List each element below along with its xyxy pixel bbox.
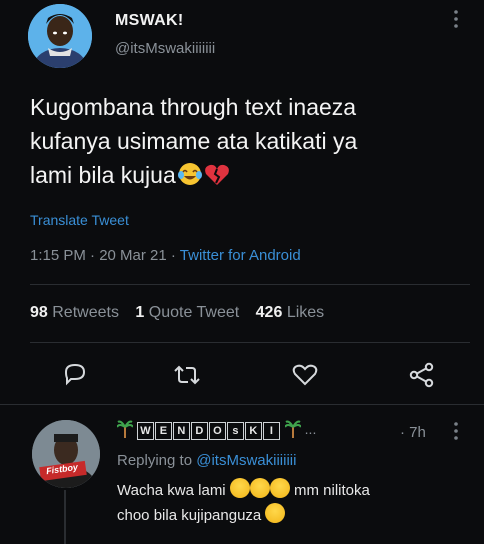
ellipsis: ...	[304, 421, 317, 438]
reply-text-line-2-words: choo bila kujipanguza	[117, 507, 262, 524]
broken-heart-emoji-icon	[204, 162, 230, 196]
tweet-meta: 1:15 PM · 20 Mar 21 · Twitter for Androi…	[30, 247, 301, 264]
heart-icon[interactable]	[292, 364, 318, 391]
reply-time: · 7h	[400, 424, 426, 441]
palm-tree-icon	[283, 420, 302, 441]
palm-tree-icon	[116, 420, 134, 441]
tweet-text-line-3: lami bila kujua	[30, 158, 470, 196]
tweet-source[interactable]: Twitter for Android	[180, 247, 301, 264]
reply-author-letter: K	[244, 421, 262, 440]
tweet-text: Kugombana through text inaeza kufanya us…	[30, 90, 470, 196]
likes-stat[interactable]: 426 Likes	[256, 304, 325, 321]
thread-line	[64, 490, 66, 544]
reply-author-letter: E	[154, 421, 172, 440]
retweets-label: Retweets	[52, 304, 119, 321]
retweets-count: 98	[30, 304, 48, 321]
author-name[interactable]: MSWAK!	[115, 12, 183, 30]
reply-author-letter: W	[136, 421, 154, 440]
reply-text-part-2: mm nilitoka	[293, 482, 370, 499]
retweet-icon[interactable]	[173, 364, 201, 391]
quotes-stat[interactable]: 1 Quote Tweet	[135, 304, 239, 321]
tweet-text-line-1: Kugombana through text inaeza	[30, 94, 357, 120]
likes-label: Likes	[286, 304, 325, 321]
reply-icon[interactable]	[62, 362, 88, 391]
weary-emoji-icon	[265, 503, 286, 523]
more-vertical-icon[interactable]	[450, 420, 462, 442]
quotes-label: Quote Tweet	[148, 304, 240, 321]
tweet-stats: 98 Retweets 1 Quote Tweet 426 Likes	[30, 304, 324, 322]
divider	[30, 342, 470, 343]
tweet-text-line-3-words: lami bila kujua	[30, 162, 176, 188]
reply-text-line-2: choo bila kujipanguza	[117, 503, 467, 528]
translate-tweet-link[interactable]: Translate Tweet	[30, 212, 129, 228]
reply-text: Wacha kwa lami mm nilitoka choo bila kuj…	[117, 478, 467, 528]
reply-author-letter: N	[172, 421, 190, 440]
reply-author-letter: O	[208, 421, 226, 440]
replying-prefix: Replying to	[117, 452, 197, 469]
reply-text-line-1: Wacha kwa lami mm nilitoka	[117, 478, 467, 503]
divider	[0, 404, 484, 405]
share-icon[interactable]	[408, 362, 436, 393]
reply-avatar-illustration	[32, 420, 100, 488]
avatar-illustration	[28, 4, 92, 68]
reply-author-letter: s	[226, 421, 244, 440]
tweet-timestamp: 1:15 PM · 20 Mar 21 ·	[30, 247, 180, 264]
grinning-sweat-emoji-icon	[249, 478, 270, 498]
author-handle[interactable]: @itsMswakiiiiiii	[115, 40, 215, 57]
retweets-stat[interactable]: 98 Retweets	[30, 304, 119, 321]
reply-author-name[interactable]: WENDOsKI ...	[116, 420, 317, 441]
reply-author-avatar[interactable]: Fistboy	[32, 420, 100, 488]
reply-author-letter: I	[262, 421, 280, 440]
divider	[30, 284, 470, 285]
replying-handle[interactable]: @itsMswakiiiiiii	[196, 452, 296, 469]
replying-to: Replying to @itsMswakiiiiiii	[117, 452, 296, 469]
reply-text-part-1: Wacha kwa lami	[117, 482, 226, 499]
grinning-sweat-emoji-icon	[229, 478, 250, 498]
reply-author-letter: D	[190, 421, 208, 440]
tears-of-joy-emoji-icon	[177, 161, 203, 196]
likes-count: 426	[255, 304, 283, 321]
grinning-sweat-emoji-icon	[269, 478, 290, 498]
tweet-text-line-2: kufanya usimame ata katikati ya	[30, 128, 358, 154]
quotes-count: 1	[135, 304, 145, 321]
more-vertical-icon[interactable]	[450, 8, 462, 30]
author-avatar[interactable]	[28, 4, 92, 68]
reply-author-letters: WENDOsKI	[136, 421, 281, 440]
